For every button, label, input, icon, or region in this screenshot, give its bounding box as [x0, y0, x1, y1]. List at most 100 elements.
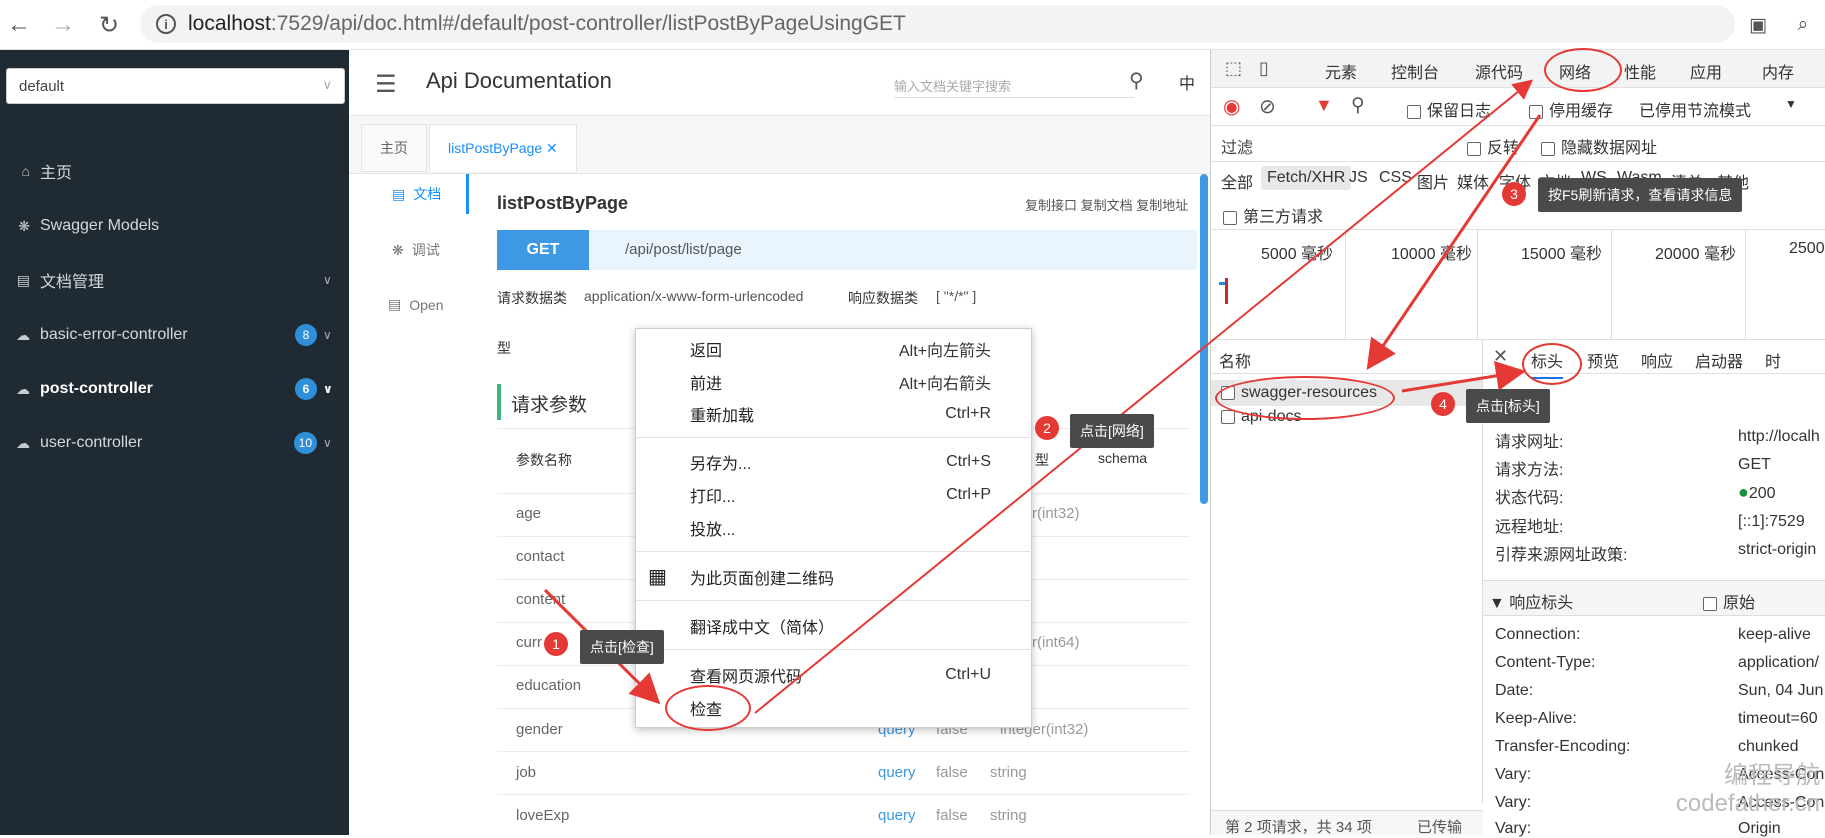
cloud-icon: ☁ — [16, 434, 30, 451]
timeline-tick: 5000 毫秒 — [1261, 246, 1334, 263]
sidebar-item-home[interactable]: ⌂ 主页 — [0, 151, 349, 191]
tab-listpostbypage[interactable]: listPostByPage ✕ — [429, 124, 577, 172]
forward-icon[interactable]: → — [46, 8, 80, 42]
api-title: listPostByPage — [497, 193, 629, 213]
timeline-tick: 25000 — [1789, 240, 1825, 257]
preserve-log-checkbox[interactable]: 保留日志 — [1407, 97, 1491, 121]
response-type-label: 响应数据类 — [848, 290, 918, 306]
detail-tab-timing[interactable]: 时 — [1765, 348, 1781, 372]
hide-data-urls-checkbox[interactable]: 隐藏数据网址 — [1541, 134, 1657, 158]
devtools-tab-console[interactable]: 控制台 — [1391, 59, 1439, 83]
copy-actions[interactable]: 复制接口 复制文档 复制地址 — [1025, 195, 1188, 214]
chevron-down-icon: ∨ — [323, 273, 332, 287]
annotation-tip: 点击[标头] — [1466, 389, 1550, 423]
subnav-debug[interactable]: ❋ 调试 — [392, 240, 440, 260]
filter-icon[interactable]: ▼ — [1315, 95, 1333, 116]
sidebar-item-swagger-models[interactable]: ❋ Swagger Models — [0, 206, 349, 246]
param-in-badge: query — [878, 807, 916, 824]
annotation-tip: 按F5刷新请求，查看请求信息 — [1538, 178, 1743, 212]
menu-item-cast[interactable]: 投放... — [636, 511, 1033, 544]
devtools-tab-application[interactable]: 应用 — [1690, 59, 1722, 83]
zoom-icon[interactable]: ⌕ — [1790, 12, 1816, 38]
detail-tab-preview[interactable]: 预览 — [1587, 348, 1619, 372]
translate-icon[interactable]: ▣ — [1745, 12, 1771, 38]
menu-item-forward[interactable]: 前进 Alt+向右箭头 — [636, 365, 1033, 398]
timeline-gridline — [1345, 230, 1346, 340]
menu-item-save-as[interactable]: 另存为... Ctrl+S — [636, 445, 1033, 478]
throttle-select[interactable]: 已停用节流模式 — [1639, 97, 1751, 121]
type-filter-img[interactable]: 图片 — [1417, 169, 1449, 193]
chevron-down-icon: ∨ — [322, 77, 332, 92]
header-key: 请求网址: — [1495, 434, 1564, 451]
bug-icon: ❋ — [392, 241, 404, 258]
detail-tab-response[interactable]: 响应 — [1641, 348, 1673, 372]
sidebar-item-user-controller[interactable]: ☁ user-controller 10 ∨ — [0, 423, 349, 463]
header-key: Transfer-Encoding: — [1495, 738, 1631, 755]
type-filter-xhr[interactable]: Fetch/XHR — [1261, 166, 1352, 190]
menu-item-reload[interactable]: 重新加载 Ctrl+R — [636, 397, 1033, 430]
menu-divider — [636, 649, 1033, 650]
menu-toggle-icon[interactable]: ☰ — [375, 70, 397, 99]
invert-checkbox[interactable]: 反转 — [1467, 134, 1519, 158]
tab-home[interactable]: 主页 — [361, 124, 427, 172]
sidebar-item-label: 文档管理 — [40, 274, 105, 291]
menu-item-label: 翻译成中文（简体） — [690, 619, 835, 637]
device-toolbar-icon[interactable]: ▯ — [1259, 58, 1269, 79]
menu-item-label: 重新加载 — [690, 407, 755, 425]
clear-icon[interactable]: ⊘ — [1259, 94, 1276, 119]
group-select[interactable]: default ∨ — [6, 68, 345, 104]
header-key: Content-Type: — [1495, 654, 1596, 671]
devtools-tab-sources[interactable]: 源代码 — [1475, 59, 1523, 83]
annotation-ring — [665, 685, 751, 731]
resp-headers-title-row[interactable]: ▼ 响应标头 原始 — [1483, 580, 1825, 616]
group-select-value: default — [19, 78, 65, 95]
search-icon[interactable]: ⚲ — [1129, 68, 1144, 93]
sidebar-item-basic-error-controller[interactable]: ☁ basic-error-controller 8 ∨ — [0, 315, 349, 355]
header-value: Origin — [1738, 820, 1781, 837]
inspect-element-icon[interactable]: ⬚ — [1225, 58, 1242, 79]
type-filter-media[interactable]: 媒体 — [1457, 169, 1489, 193]
devtools-tab-elements[interactable]: 元素 — [1325, 59, 1357, 83]
menu-item-qrcode[interactable]: ▦ 为此页面创建二维码 — [636, 560, 1033, 593]
subnav-doc[interactable]: ▤ 文档 — [392, 184, 441, 204]
page-title: Api Documentation — [426, 68, 612, 93]
filter-input[interactable]: 过滤 — [1221, 134, 1253, 158]
type-filter-all[interactable]: 全部 — [1221, 169, 1253, 193]
endpoint-bar: GET /api/post/list/page — [497, 230, 1197, 270]
back-icon[interactable]: ← — [2, 8, 36, 42]
sidebar-item-post-controller[interactable]: ☁ post-controller 6 ∨ — [0, 369, 349, 409]
type-filter-css[interactable]: CSS — [1379, 169, 1412, 187]
disable-cache-checkbox[interactable]: 停用缓存 — [1529, 97, 1613, 121]
raw-checkbox[interactable]: 原始 — [1703, 589, 1755, 613]
qrcode-icon: ▦ — [648, 566, 667, 588]
reload-icon[interactable]: ↻ — [92, 8, 126, 42]
record-icon[interactable]: ◉ — [1223, 94, 1240, 119]
devtools-tab-memory[interactable]: 内存 — [1762, 59, 1794, 83]
table-row: job — [516, 764, 537, 781]
table-cell-required: false — [936, 764, 968, 781]
watermark-line: codefather.cn — [1675, 789, 1820, 817]
sidebar-item-doc-manage[interactable]: ▤ 文档管理 ∨ — [0, 260, 349, 300]
devtools-tab-performance[interactable]: 性能 — [1624, 59, 1656, 83]
language-button[interactable]: 中 — [1179, 70, 1195, 94]
site-info-icon[interactable]: i — [156, 14, 176, 34]
search-input[interactable]: 输入文档关键字搜索 — [894, 72, 1134, 98]
third-party-checkbox[interactable]: 第三方请求 — [1223, 203, 1323, 227]
menu-item-label: 投放... — [690, 521, 736, 539]
annotation-tip: 点击[网络] — [1070, 414, 1154, 448]
menu-item-label: 返回 — [690, 342, 723, 360]
address-bar[interactable]: i localhost:7529/api/doc.html#/default/p… — [140, 5, 1735, 43]
scrollbar[interactable] — [1200, 174, 1208, 504]
search-icon[interactable]: ⚲ — [1351, 94, 1365, 117]
menu-divider — [636, 551, 1033, 552]
menu-item-translate[interactable]: 翻译成中文（简体） — [636, 609, 1033, 642]
detail-tab-initiator[interactable]: 启动器 — [1695, 348, 1743, 372]
status-count: 第 2 项请求，共 34 项 — [1225, 819, 1372, 836]
close-icon[interactable]: ✕ — [1493, 346, 1508, 367]
menu-item-print[interactable]: 打印... Ctrl+P — [636, 478, 1033, 511]
menu-item-back[interactable]: 返回 Alt+向左箭头 — [636, 332, 1033, 365]
method-badge: GET — [497, 230, 589, 270]
subnav-open[interactable]: ▤ Open — [388, 296, 443, 313]
header-key: 状态代码: — [1495, 490, 1564, 507]
type-filter-js[interactable]: JS — [1349, 169, 1368, 187]
